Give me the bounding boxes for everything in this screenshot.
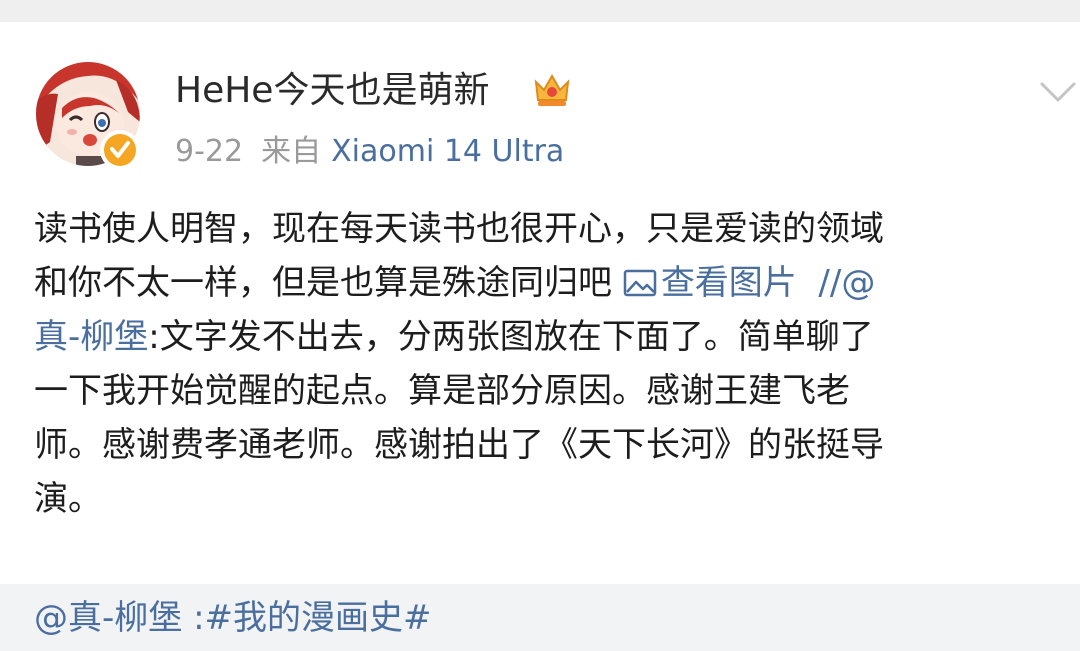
- content-line: 读书使人明智，现在每天读书也很开心，只是爱读的领域: [34, 209, 884, 249]
- content-text: :文字发不出去，分两张图放在下面了。简单聊了: [148, 317, 874, 357]
- content-text: 和你不太一样，但是也算是殊途同归吧: [34, 263, 623, 303]
- view-image-label: 查看图片: [660, 263, 797, 303]
- content-line: 真-柳堡:文字发不出去，分两张图放在下面了。简单聊了: [34, 310, 1064, 364]
- post-date: 9-22: [175, 134, 244, 169]
- repost-source-bar[interactable]: @真-柳堡 :#我的漫画史#: [0, 584, 1080, 651]
- repost-source-text[interactable]: @真-柳堡 :#我的漫画史#: [34, 594, 432, 642]
- post-content: 读书使人明智，现在每天读书也很开心，只是爱读的领域 和你不太一样，但是也算是殊途…: [34, 202, 1064, 526]
- content-line: 和你不太一样，但是也算是殊途同归吧 查看图片 //@: [34, 256, 1064, 310]
- post-meta: 9-22 来自 Xiaomi 14 Ultra: [175, 132, 564, 172]
- image-icon: [623, 269, 657, 297]
- content-line: 演。: [34, 479, 102, 519]
- mention-link[interactable]: 真-柳堡: [34, 317, 148, 357]
- username[interactable]: HeHe今天也是萌新: [175, 70, 489, 112]
- source-device-link[interactable]: Xiaomi 14 Ultra: [331, 134, 564, 169]
- source-label: 来自: [261, 134, 322, 169]
- verified-badge: [100, 130, 140, 170]
- view-image-link[interactable]: 查看图片: [623, 263, 797, 303]
- weibo-post-card: HeHe今天也是萌新 9-22 来自 Xiaomi 14 Ultra 读书使人明智，…: [0, 22, 1080, 584]
- chevron-down-icon[interactable]: [1036, 74, 1080, 110]
- verified-badge-icon: [104, 134, 136, 166]
- content-line: 一下我开始觉醒的起点。算是部分原因。感谢王建飞老: [34, 371, 850, 411]
- crown-icon: [534, 73, 570, 106]
- top-separator: [0, 0, 1080, 22]
- repost-marker: //@: [796, 263, 876, 303]
- content-line: 师。感谢费孝通老师。感谢拍出了《天下长河》的张挺导: [34, 425, 884, 465]
